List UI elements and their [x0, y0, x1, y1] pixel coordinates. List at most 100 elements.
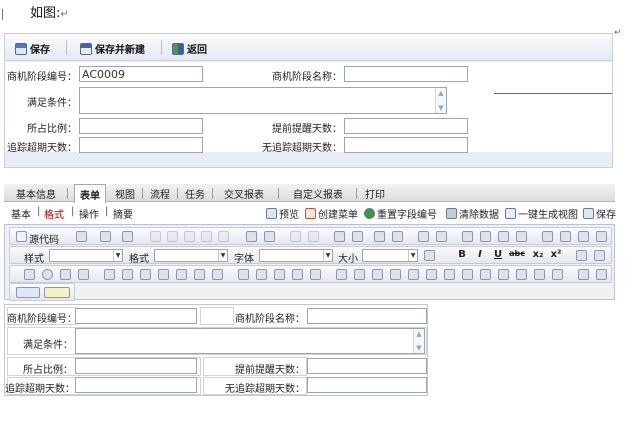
- save-button[interactable]: 保存: [15, 41, 50, 56]
- unlink-icon[interactable]: [578, 269, 589, 280]
- link-icon[interactable]: [516, 231, 527, 242]
- calc-control-icon[interactable]: [176, 269, 187, 280]
- paste-text-icon[interactable]: [201, 231, 212, 242]
- copy-icon[interactable]: [167, 231, 178, 242]
- tree-control-icon[interactable]: [498, 269, 509, 280]
- progress-control-icon[interactable]: [408, 269, 419, 280]
- select-all-icon[interactable]: [374, 231, 385, 242]
- tab-flow[interactable]: 流程: [150, 186, 170, 201]
- font-combo[interactable]: ▼: [259, 249, 333, 262]
- tab-view[interactable]: 视图: [115, 186, 135, 201]
- button-control-icon[interactable]: [292, 269, 303, 280]
- remove-format-icon[interactable]: [392, 231, 403, 242]
- textbox-control-icon[interactable]: [78, 269, 89, 280]
- tab-form[interactable]: 表单: [74, 184, 106, 203]
- table-icon[interactable]: [578, 231, 589, 242]
- superscript-button[interactable]: x²: [550, 249, 562, 260]
- preview-button[interactable]: 预览: [266, 206, 299, 221]
- numbered-list-icon[interactable]: [418, 231, 429, 242]
- designer-save-button[interactable]: 保存: [583, 206, 616, 221]
- design-remind-input[interactable]: [307, 358, 427, 374]
- design-overdue-input[interactable]: [75, 377, 197, 393]
- template-icon[interactable]: [122, 231, 133, 242]
- notrack-input[interactable]: [344, 137, 468, 153]
- undo-icon[interactable]: [290, 231, 301, 242]
- reset-field-code-button[interactable]: 重置字段编号: [364, 206, 437, 221]
- name-input[interactable]: [344, 66, 468, 82]
- indent-icon[interactable]: [480, 231, 491, 242]
- sign-control-icon[interactable]: [238, 269, 249, 280]
- dept-control-icon[interactable]: [158, 269, 169, 280]
- subtab-summary[interactable]: 摘要: [113, 206, 133, 221]
- align-left-icon[interactable]: [576, 250, 587, 261]
- text-color-icon[interactable]: [16, 287, 40, 298]
- clear-data-button[interactable]: 清除数据: [446, 206, 499, 221]
- bold-button[interactable]: B: [456, 249, 468, 260]
- horizontal-line-icon[interactable]: [596, 231, 607, 242]
- background-color-icon[interactable]: [44, 287, 70, 298]
- design-name-input[interactable]: [307, 308, 427, 324]
- module-control-icon[interactable]: [516, 269, 527, 280]
- plugin-control-icon[interactable]: [552, 269, 563, 280]
- hidden-control-icon[interactable]: [310, 269, 321, 280]
- attach-control-icon[interactable]: [212, 269, 223, 280]
- style-combo[interactable]: ▼: [49, 249, 123, 262]
- underline-button[interactable]: U: [492, 249, 504, 260]
- image-control-icon[interactable]: [256, 269, 267, 280]
- generate-view-button[interactable]: 一键生成视图: [505, 206, 578, 221]
- image-icon[interactable]: [542, 231, 553, 242]
- custom-control-icon[interactable]: [534, 269, 545, 280]
- tab-cross-report[interactable]: 交叉报表: [224, 186, 264, 201]
- subtab-format[interactable]: 格式: [44, 206, 64, 221]
- subtab-action[interactable]: 操作: [79, 206, 99, 221]
- spellcheck-icon[interactable]: [264, 231, 275, 242]
- save-and-new-button[interactable]: 保存并新建: [80, 41, 145, 56]
- map-control-icon[interactable]: [462, 269, 473, 280]
- align-center-icon[interactable]: [594, 250, 605, 261]
- paste-word-icon[interactable]: [218, 231, 229, 242]
- bulleted-list-icon[interactable]: [436, 231, 447, 242]
- tab-custom-report[interactable]: 自定义报表: [293, 186, 343, 201]
- back-button[interactable]: 返回: [172, 41, 207, 56]
- folder-control-icon[interactable]: [274, 269, 285, 280]
- size-combo[interactable]: ▼: [362, 249, 418, 262]
- remind-input[interactable]: [344, 118, 468, 134]
- design-ratio-input[interactable]: [75, 358, 197, 374]
- code-input[interactable]: [79, 66, 203, 82]
- condition-textarea[interactable]: ▲ ▼: [79, 87, 447, 114]
- replace-icon[interactable]: [352, 231, 363, 242]
- paste-icon[interactable]: [184, 231, 195, 242]
- cut-icon[interactable]: [150, 231, 161, 242]
- subform-control-icon[interactable]: [354, 269, 365, 280]
- blockquote-icon[interactable]: [498, 231, 509, 242]
- tab-basic-info[interactable]: 基本信息: [16, 186, 56, 201]
- source-button[interactable]: 源代码: [29, 231, 59, 246]
- design-code-input[interactable]: [75, 308, 197, 324]
- design-condition-scrollbar[interactable]: ▲ ▼: [413, 329, 424, 353]
- subscript-button[interactable]: x₂: [532, 249, 544, 260]
- tab-task[interactable]: 任务: [185, 186, 205, 201]
- redo-icon[interactable]: [308, 231, 319, 242]
- find-icon[interactable]: [334, 231, 345, 242]
- condition-scrollbar[interactable]: ▲ ▼: [435, 88, 446, 113]
- print-icon[interactable]: [246, 231, 257, 242]
- design-notrack-input[interactable]: [307, 377, 427, 393]
- grid-control-icon[interactable]: [372, 269, 383, 280]
- checkbox-control-icon[interactable]: [24, 269, 35, 280]
- anchor-icon[interactable]: [596, 269, 607, 280]
- outdent-icon[interactable]: [462, 231, 473, 242]
- zoom-icon[interactable]: [424, 250, 435, 261]
- save-doc-icon[interactable]: [76, 231, 87, 242]
- design-condition-textarea[interactable]: ▲ ▼: [75, 328, 425, 354]
- strike-button[interactable]: abc: [509, 249, 525, 258]
- list-view-control-icon[interactable]: [480, 269, 491, 280]
- ratio-input[interactable]: [79, 118, 203, 134]
- italic-button[interactable]: I: [474, 249, 486, 260]
- format-combo[interactable]: ▼: [154, 249, 228, 262]
- textarea-control-icon[interactable]: [60, 269, 71, 280]
- preview-doc-icon[interactable]: [100, 231, 111, 242]
- subtab-basic[interactable]: 基本: [11, 206, 31, 221]
- edit-control-icon[interactable]: [336, 269, 347, 280]
- listbox-control-icon[interactable]: [104, 269, 115, 280]
- query-control-icon[interactable]: [390, 269, 401, 280]
